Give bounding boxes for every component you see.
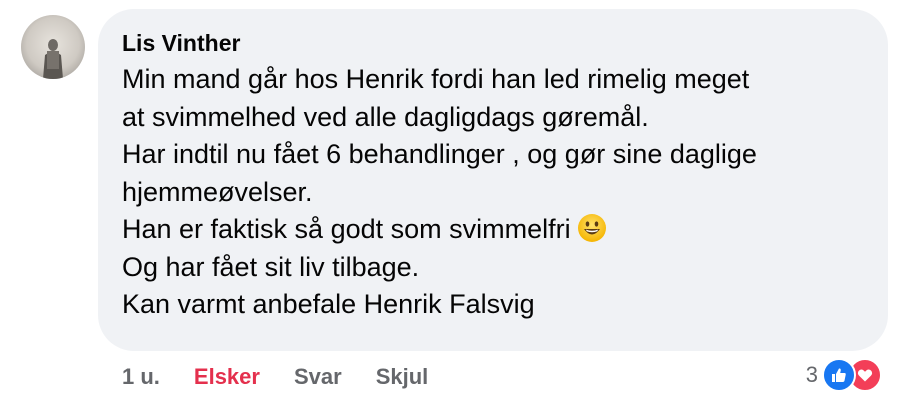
avatar[interactable] — [21, 15, 85, 79]
love-reaction-button[interactable]: Elsker — [194, 364, 260, 390]
comment-text-line-3: Har indtil nu fået 6 behandlinger , og g… — [122, 139, 757, 169]
hide-button[interactable]: Skjul — [376, 364, 429, 390]
reaction-count: 3 — [805, 362, 818, 387]
timestamp-link[interactable]: 1 u. — [122, 364, 160, 390]
comment-text-line-6: Og har fået sit liv tilbage. — [122, 251, 420, 282]
comment-text-line-5-row: Han er faktisk så godt som svimmelfri — [122, 211, 868, 249]
comment-text-line-1: Min mand går hos Henrik fordi han led ri… — [122, 64, 750, 94]
like-icon — [822, 358, 856, 392]
avatar-photo — [43, 39, 63, 79]
reaction-summary[interactable]: 3 — [806, 358, 882, 392]
comment-text-line-5: Han er faktisk så godt som svimmelfri — [122, 214, 571, 244]
comment-text-line-7: Kan varmt anbefale Henrik Falsvig — [122, 289, 535, 319]
comment-bubble: Lis Vinther Min mand går hos Henrik ford… — [98, 9, 888, 351]
grinning-face-icon — [577, 213, 607, 243]
comment-text-line-2: at svimmelhed ved alle dagligdags gøremå… — [122, 101, 649, 132]
comment-text-line-4: hjemmeøvelser. — [122, 176, 313, 207]
comment: Lis Vinther Min mand går hos Henrik ford… — [0, 0, 904, 402]
comment-actions: 1 u. Elsker Svar Skjul — [122, 364, 428, 390]
reply-button[interactable]: Svar — [294, 364, 342, 390]
author-name[interactable]: Lis Vinther — [122, 29, 868, 57]
